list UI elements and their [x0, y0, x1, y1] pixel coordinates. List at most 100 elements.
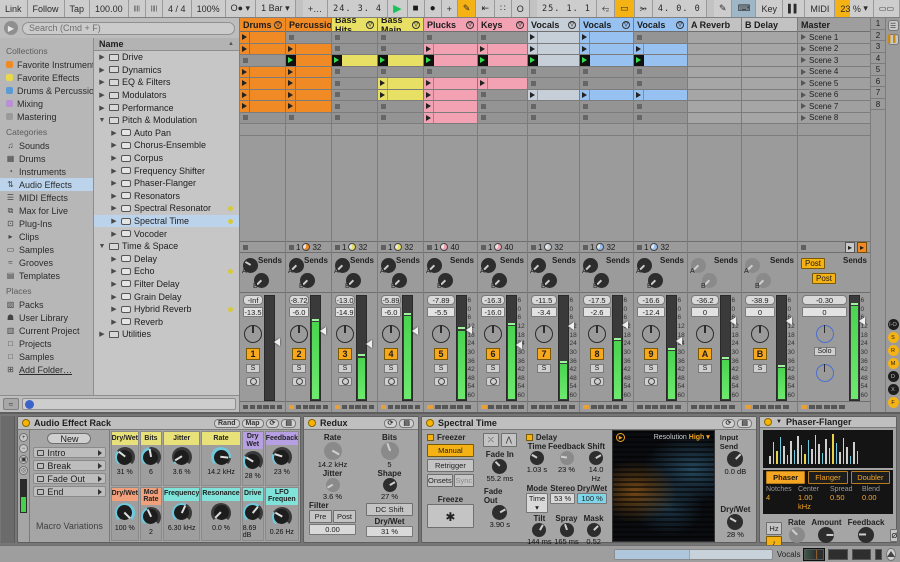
toolbar-left-item-2[interactable]: Tap	[64, 0, 91, 17]
rate-knob[interactable]	[788, 527, 805, 543]
clip-stop-icon[interactable]	[481, 69, 486, 75]
clip-body[interactable]	[590, 32, 633, 43]
shift-value[interactable]: 14.0 Hz	[585, 465, 607, 483]
track-activator-button[interactable]: 1	[246, 348, 260, 361]
mixer-section-toggle-x[interactable]: X	[887, 384, 899, 395]
track-activator-button[interactable]: 8	[590, 348, 604, 361]
clip-launch-button[interactable]	[286, 89, 296, 100]
clip-stop-icon[interactable]	[637, 80, 642, 86]
macro-value[interactable]: 6.30 kHz	[168, 525, 196, 532]
redux-dc-shift-button[interactable]: DC Shift	[366, 503, 413, 516]
sidebar-item-sounds[interactable]: ♫ Sounds	[0, 139, 93, 152]
clip-stop-icon[interactable]	[531, 115, 536, 121]
macro-value[interactable]: 0.0 %	[212, 525, 230, 532]
macro-value[interactable]: 31 %	[117, 469, 133, 476]
clip-stop-icon[interactable]	[427, 69, 432, 75]
clip-body[interactable]	[434, 78, 477, 89]
peak-level-display[interactable]: -16.6	[637, 295, 665, 306]
clip-body[interactable]	[250, 66, 285, 77]
solo-button[interactable]: S	[698, 364, 712, 374]
clip-slot[interactable]	[742, 43, 797, 55]
device-chain-thumbnail[interactable]	[875, 548, 882, 560]
clip-slot[interactable]	[424, 101, 477, 113]
clip-body[interactable]	[434, 55, 477, 66]
clip-slot[interactable]	[528, 78, 579, 90]
mixer-section-toggle-d[interactable]: D	[887, 371, 899, 382]
clip-body[interactable]	[250, 43, 285, 54]
toolbar-left-item-4[interactable]: ||||	[128, 0, 146, 17]
clip-slot[interactable]	[240, 112, 285, 124]
clip-slot[interactable]	[528, 66, 579, 78]
macro-value[interactable]: 2	[149, 529, 153, 536]
arm-record-button[interactable]	[434, 377, 448, 387]
clip-stop-button[interactable]	[427, 244, 432, 250]
volume-meter[interactable]	[666, 295, 682, 401]
clip-slot[interactable]	[742, 32, 797, 44]
volume-meter[interactable]	[849, 295, 865, 401]
tree-item-resonators[interactable]: ▶ Resonators	[94, 190, 239, 203]
send-a-knob[interactable]: A	[636, 258, 652, 275]
track-activator-button[interactable]: A	[698, 348, 712, 361]
fade-out-knob[interactable]	[492, 505, 508, 520]
clip-launch-button[interactable]	[528, 55, 538, 66]
tree-item-pitch-modulation[interactable]: ▼ Pitch & Modulation	[94, 114, 239, 127]
peak-level-display[interactable]: -13.0	[334, 295, 356, 306]
collection-item-favorite-instruments[interactable]: Favorite Instruments	[0, 58, 93, 71]
device-activator-icon[interactable]	[764, 418, 772, 426]
mode-flanger-button[interactable]: Flanger	[808, 471, 848, 484]
macro-knob[interactable]	[140, 506, 161, 527]
tree-item-grain-delay[interactable]: ▶ Grain Delay	[94, 290, 239, 303]
send-b-knob[interactable]: B	[437, 273, 453, 290]
scene-number[interactable]: 1	[871, 18, 885, 30]
expand-arrow-icon[interactable]: ▶	[98, 91, 106, 99]
volume-display[interactable]: 0	[745, 307, 775, 318]
volume-meter[interactable]	[456, 295, 472, 401]
track-header-menu-icon[interactable]: ▽	[412, 20, 420, 29]
track-header-menu-icon[interactable]: ▽	[274, 20, 282, 29]
clip-slot[interactable]	[634, 101, 687, 113]
clip-slot[interactable]	[478, 78, 527, 90]
fade-out-value[interactable]: 3.90 s	[490, 520, 510, 529]
expand-arrow-icon[interactable]: ▶	[110, 167, 118, 175]
macro-value[interactable]: 28 %	[245, 473, 261, 480]
peak-level-display[interactable]: -0.30	[801, 295, 848, 306]
macro-knob[interactable]	[211, 502, 232, 523]
clip-launch-button[interactable]	[378, 78, 388, 89]
tree-item-frequency-shifter[interactable]: ▶ Frequency Shifter	[94, 164, 239, 177]
pan-knob[interactable]	[432, 325, 450, 344]
pan-knob[interactable]	[696, 325, 714, 344]
clip-slot[interactable]	[742, 78, 797, 90]
clip-slot[interactable]	[286, 112, 331, 124]
expand-arrow-icon[interactable]: ▶	[110, 318, 118, 326]
scene-number[interactable]: 6	[871, 76, 885, 87]
macro-knob[interactable]	[242, 451, 263, 472]
loop-button[interactable]: ▭	[615, 0, 635, 17]
arm-record-button[interactable]	[644, 377, 658, 387]
volume-meter[interactable]	[402, 295, 418, 401]
scene-slot-4[interactable]: Scene 4	[798, 66, 870, 78]
sidebar-item-templates[interactable]: ▤ Templates	[0, 269, 93, 282]
expand-arrow-icon[interactable]: ▶	[110, 179, 118, 187]
volume-meter[interactable]	[356, 295, 372, 401]
rack-remove-variation-icon[interactable]: −	[19, 444, 29, 453]
fader-handle-icon[interactable]	[412, 327, 418, 336]
peak-level-display[interactable]: -36.2	[691, 295, 719, 306]
device-chain-thumbnail[interactable]	[803, 547, 826, 561]
redux-filter-value[interactable]: 0.00	[309, 524, 356, 535]
clip-slot[interactable]	[286, 55, 331, 67]
clip-slot[interactable]	[634, 112, 687, 124]
clip-launch-button[interactable]	[580, 89, 590, 100]
draw-mode-button[interactable]: ✎	[457, 0, 477, 17]
clip-stop-icon[interactable]	[481, 115, 486, 121]
send-b-knob[interactable]: B	[701, 273, 717, 290]
send-b-knob[interactable]: B	[253, 273, 269, 290]
redux-jitter-knob[interactable]	[325, 478, 340, 492]
pan-knob[interactable]	[382, 325, 400, 344]
device-activator-icon[interactable]	[308, 419, 316, 427]
track-header[interactable]: Vocals ▽	[634, 18, 687, 32]
clip-body[interactable]	[538, 55, 579, 66]
clip-launch-button[interactable]	[478, 55, 488, 66]
clip-slot[interactable]	[580, 112, 633, 124]
freezer-toggle[interactable]	[427, 434, 434, 441]
tree-item-spectral-time[interactable]: ▶ Spectral Time	[94, 214, 239, 228]
